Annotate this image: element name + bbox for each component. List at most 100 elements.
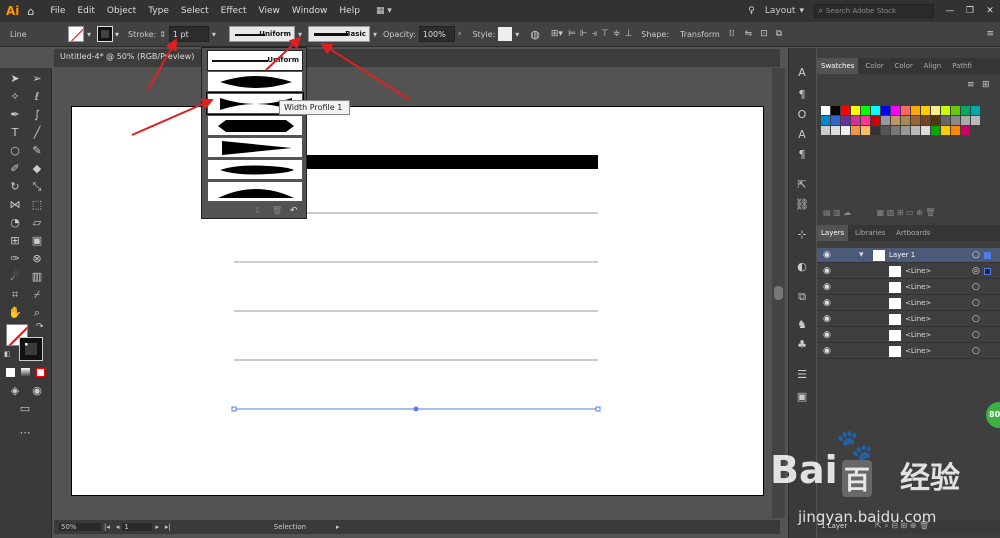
swatch[interactable] [921, 106, 930, 115]
tab-swatches[interactable]: Swatches [817, 58, 859, 74]
target-icon[interactable]: ○ [972, 250, 980, 260]
swatch[interactable] [921, 126, 930, 135]
swatch[interactable] [821, 116, 830, 125]
sublayer-name[interactable]: <Line> [905, 331, 931, 339]
swatch[interactable] [851, 126, 860, 135]
sublayer-row[interactable]: ◉ <Line> ○ [817, 296, 1000, 311]
layer-row[interactable]: ◉ ▾ Layer 1 ○ [817, 248, 1000, 263]
swatch[interactable] [841, 126, 850, 135]
swatch[interactable] [871, 116, 880, 125]
swatch[interactable] [841, 116, 850, 125]
swatch[interactable] [911, 126, 920, 135]
swatch[interactable] [931, 126, 940, 135]
target-icon[interactable]: ○ [972, 314, 980, 324]
sublayer-row[interactable]: ◉ <Line> ○ [817, 280, 1000, 295]
target-icon[interactable]: ◎ [972, 266, 980, 276]
swatch[interactable] [941, 116, 950, 125]
eye-icon[interactable]: ◉ [823, 298, 831, 308]
sublayer-name[interactable]: <Line> [905, 299, 931, 307]
swatch[interactable] [851, 106, 860, 115]
swatch[interactable] [961, 116, 970, 125]
swatch[interactable] [861, 106, 870, 115]
swatch[interactable] [951, 116, 960, 125]
swatch[interactable] [901, 106, 910, 115]
swatch[interactable] [891, 126, 900, 135]
sublayer-row[interactable]: ◉ <Line> ◎ [817, 264, 1000, 279]
tab-layers[interactable]: Layers [817, 225, 849, 241]
sublayer-name[interactable]: <Line> [905, 267, 931, 275]
tab-pathfinder[interactable]: Pathfi [948, 58, 976, 74]
eye-icon[interactable]: ◉ [823, 346, 831, 356]
links-panel-icon[interactable]: ⛓ [795, 198, 809, 212]
grid-view-icon[interactable]: ⊞ [982, 80, 990, 90]
stroke-panel-icon[interactable]: ☰ [795, 368, 809, 382]
scroll-thumb[interactable] [774, 286, 783, 300]
first-artboard-icon[interactable]: |◂ [104, 523, 110, 531]
target-icon[interactable]: ○ [972, 346, 980, 356]
sublayer-name[interactable]: <Line> [905, 347, 931, 355]
glyphs-panel-icon[interactable]: A [795, 128, 809, 142]
swatch[interactable] [881, 126, 890, 135]
swatch[interactable] [851, 116, 860, 125]
prev-artboard-icon[interactable]: ◂ [116, 523, 120, 531]
gradient-panel-icon[interactable]: ▣ [795, 390, 809, 404]
character-panel-icon[interactable]: A [795, 66, 809, 80]
appearance-panel-icon[interactable]: ◐ [795, 260, 809, 274]
swatch[interactable] [861, 126, 870, 135]
next-artboard-icon[interactable]: ▸ [155, 523, 159, 531]
swatch[interactable] [871, 126, 880, 135]
sublayer-name[interactable]: <Line> [905, 315, 931, 323]
swatch[interactable] [861, 116, 870, 125]
target-icon[interactable]: ○ [972, 298, 980, 308]
swatch[interactable] [931, 116, 940, 125]
swatch[interactable] [891, 106, 900, 115]
tab-color-guide[interactable]: Color [890, 58, 916, 74]
swatch[interactable] [881, 106, 890, 115]
clubs-panel-icon[interactable]: ♣ [795, 338, 809, 352]
swatch[interactable] [831, 116, 840, 125]
status-menu-icon[interactable]: ▸ [336, 523, 340, 531]
swatch[interactable] [971, 116, 980, 125]
eye-icon[interactable]: ◉ [823, 266, 831, 276]
swatch[interactable] [931, 106, 940, 115]
swatch[interactable] [831, 126, 840, 135]
swatch[interactable] [951, 106, 960, 115]
last-artboard-icon[interactable]: ▸| [165, 523, 171, 531]
swatch[interactable] [961, 106, 970, 115]
swatch[interactable] [871, 106, 880, 115]
symbols-panel-icon[interactable]: ♞ [795, 318, 809, 332]
swatch[interactable] [951, 126, 960, 135]
swatch[interactable] [941, 106, 950, 115]
swatch[interactable] [821, 106, 830, 115]
swatch[interactable] [881, 116, 890, 125]
chevron-down-icon[interactable]: ▾ [859, 250, 864, 260]
swatch[interactable] [841, 106, 850, 115]
tab-libraries[interactable]: Libraries [851, 225, 889, 241]
target-icon[interactable]: ○ [972, 330, 980, 340]
opentype-panel-icon[interactable]: O [795, 108, 809, 122]
eye-icon[interactable]: ◉ [823, 330, 831, 340]
tab-color[interactable]: Color [861, 58, 887, 74]
paragraph-panel-icon[interactable]: ¶ [795, 88, 809, 102]
swatch[interactable] [911, 116, 920, 125]
eye-icon[interactable]: ◉ [823, 314, 831, 324]
transform-panel-icon[interactable]: ⊹ [795, 228, 809, 242]
swatch[interactable] [921, 116, 930, 125]
swatch[interactable] [941, 126, 950, 135]
sublayer-row[interactable]: ◉ <Line> ○ [817, 344, 1000, 359]
list-view-icon[interactable]: ≡ [967, 80, 975, 90]
tab-align[interactable]: Align [920, 58, 946, 74]
sublayer-row[interactable]: ◉ <Line> ○ [817, 328, 1000, 343]
swatch[interactable] [891, 116, 900, 125]
eye-icon[interactable]: ◉ [823, 282, 831, 292]
swatch[interactable] [831, 106, 840, 115]
swatch[interactable] [961, 126, 970, 135]
sublayer-row[interactable]: ◉ <Line> ○ [817, 312, 1000, 327]
swatch[interactable] [901, 116, 910, 125]
export-panel-icon[interactable]: ⇱ [795, 178, 809, 192]
swatch[interactable] [901, 126, 910, 135]
artboards-panel-icon[interactable]: ⧉ [795, 290, 809, 304]
swatch[interactable] [971, 106, 980, 115]
tab-artboards[interactable]: Artboards [892, 225, 934, 241]
swatch[interactable] [821, 126, 830, 135]
